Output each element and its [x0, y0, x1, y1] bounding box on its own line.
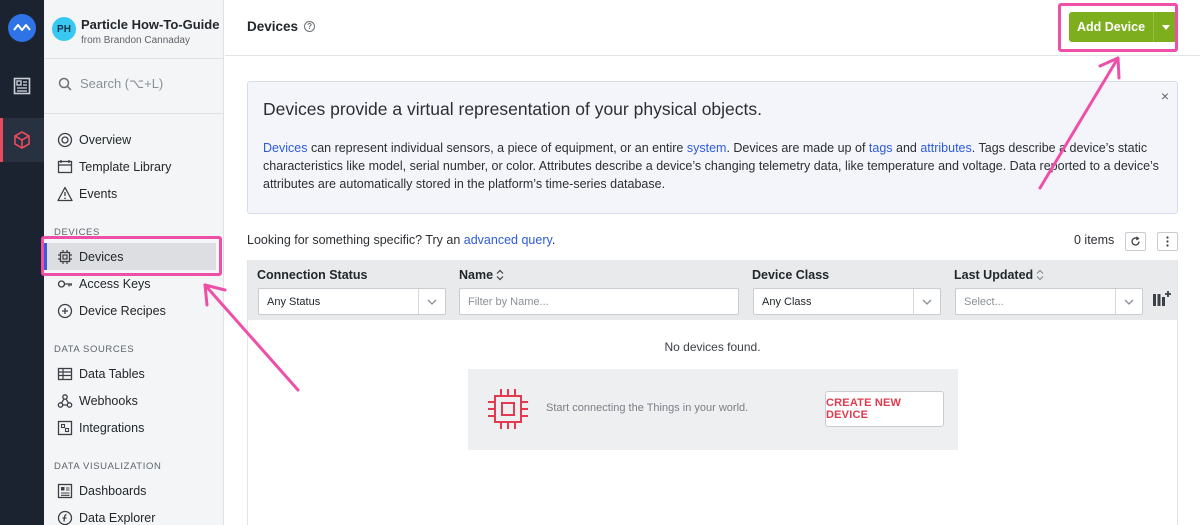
annotation-arrows: [203, 56, 1121, 392]
